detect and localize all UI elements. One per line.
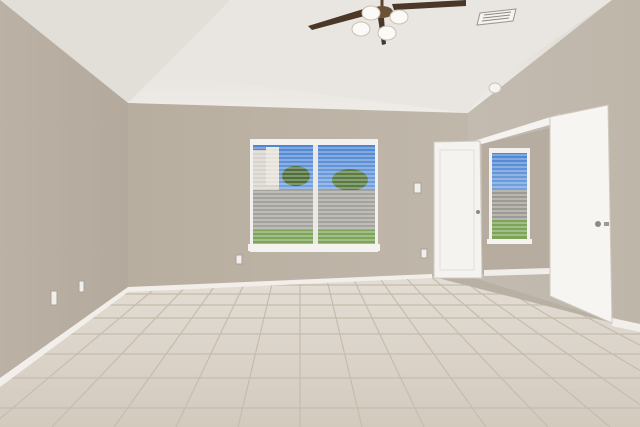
light-switch <box>413 182 422 194</box>
door-knob-icon <box>476 210 480 214</box>
room-scene <box>0 0 640 427</box>
door-knob-icon <box>595 221 601 227</box>
power-outlet <box>78 280 85 293</box>
main-window <box>248 139 380 252</box>
closet-doorway <box>474 114 560 276</box>
power-outlet <box>420 248 428 259</box>
closet-door-left[interactable] <box>433 140 483 279</box>
smoke-detector <box>488 82 502 94</box>
closet-door-right[interactable] <box>549 104 613 324</box>
power-outlet <box>235 254 243 265</box>
power-outlet <box>50 290 58 306</box>
closet-window <box>487 148 532 244</box>
